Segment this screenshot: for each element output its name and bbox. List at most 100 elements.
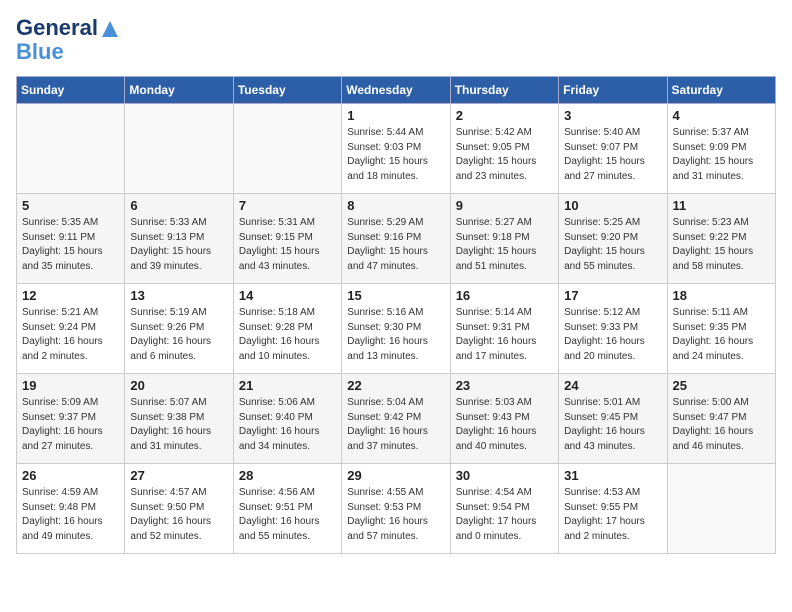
day-number: 21 [239, 378, 336, 393]
day-number: 12 [22, 288, 119, 303]
day-number: 4 [673, 108, 770, 123]
calendar-cell: 16 Sunrise: 5:14 AM Sunset: 9:31 PM Dayli… [450, 284, 558, 374]
calendar-cell: 30Sunrise: 4:54 AM Sunset: 9:54 PM Dayli… [450, 464, 558, 554]
day-info: Sunrise: 5:11 AM Sunset: 9:35 PM Dayligh… [673, 306, 770, 364]
day-number: 25 [673, 378, 770, 393]
calendar-cell: 26 Sunrise: 4:59 AM Sunset: 9:48 PM Dayli… [17, 464, 125, 554]
calendar-cell: 6 Sunrise: 5:33 AM Sunset: 9:13 PM Daylig… [125, 194, 233, 284]
day-info: Sunrise: 5:40 AM Sunset: 9:07 PM Dayligh… [564, 126, 661, 184]
day-info: Sunrise: 5:00 AM Sunset: 9:47 PM Dayligh… [673, 396, 770, 454]
day-number: 1 [347, 108, 444, 123]
logo-text: General Blue [16, 16, 120, 64]
calendar-cell: 7 Sunrise: 5:31 AM Sunset: 9:15 PM Daylig… [233, 194, 341, 284]
day-number: 11 [673, 198, 770, 213]
day-number: 6 [130, 198, 227, 213]
calendar-cell: 17 Sunrise: 5:12 AM Sunset: 9:33 PM Dayli… [559, 284, 667, 374]
calendar-cell: 13Sunrise: 5:19 AM Sunset: 9:26 PM Dayli… [125, 284, 233, 374]
day-info: Sunrise: 5:16 AM Sunset: 9:30 PM Dayligh… [347, 306, 444, 364]
day-info: Sunrise: 5:12 AM Sunset: 9:33 PM Dayligh… [564, 306, 661, 364]
day-number: 20 [130, 378, 227, 393]
weekday-header-wednesday: Wednesday [342, 77, 450, 104]
weekday-header-tuesday: Tuesday [233, 77, 341, 104]
day-info: Sunrise: 4:57 AM Sunset: 9:50 PM Dayligh… [130, 486, 227, 544]
calendar-cell: 3 Sunrise: 5:40 AM Sunset: 9:07 PM Daylig… [559, 104, 667, 194]
day-number: 13 [130, 288, 227, 303]
day-number: 9 [456, 198, 553, 213]
day-info: Sunrise: 5:21 AM Sunset: 9:24 PM Dayligh… [22, 306, 119, 364]
weekday-header-monday: Monday [125, 77, 233, 104]
logo-icon [100, 19, 120, 39]
day-number: 3 [564, 108, 661, 123]
calendar-cell [233, 104, 341, 194]
calendar-cell: 10 Sunrise: 5:25 AM Sunset: 9:20 PM Dayli… [559, 194, 667, 284]
day-info: Sunrise: 5:42 AM Sunset: 9:05 PM Dayligh… [456, 126, 553, 184]
calendar-cell: 2 Sunrise: 5:42 AM Sunset: 9:05 PM Daylig… [450, 104, 558, 194]
day-number: 2 [456, 108, 553, 123]
day-number: 10 [564, 198, 661, 213]
calendar-cell: 22 Sunrise: 5:04 AM Sunset: 9:42 PM Dayli… [342, 374, 450, 464]
day-number: 30 [456, 468, 553, 483]
day-info: Sunrise: 4:55 AM Sunset: 9:53 PM Dayligh… [347, 486, 444, 544]
calendar-cell [17, 104, 125, 194]
day-info: Sunrise: 5:03 AM Sunset: 9:43 PM Dayligh… [456, 396, 553, 454]
day-info: Sunrise: 5:27 AM Sunset: 9:18 PM Dayligh… [456, 216, 553, 274]
day-number: 7 [239, 198, 336, 213]
day-number: 8 [347, 198, 444, 213]
day-info: Sunrise: 5:35 AM Sunset: 9:11 PM Dayligh… [22, 216, 119, 274]
day-number: 23 [456, 378, 553, 393]
calendar-cell: 28 Sunrise: 4:56 AM Sunset: 9:51 PM Dayli… [233, 464, 341, 554]
day-number: 15 [347, 288, 444, 303]
calendar-cell: 14 Sunrise: 5:18 AM Sunset: 9:28 PM Dayli… [233, 284, 341, 374]
day-info: Sunrise: 4:56 AM Sunset: 9:51 PM Dayligh… [239, 486, 336, 544]
day-number: 29 [347, 468, 444, 483]
calendar-cell: 5 Sunrise: 5:35 AM Sunset: 9:11 PM Daylig… [17, 194, 125, 284]
day-number: 17 [564, 288, 661, 303]
calendar-table: SundayMondayTuesdayWednesdayThursdayFrid… [16, 76, 776, 554]
day-info: Sunrise: 5:14 AM Sunset: 9:31 PM Dayligh… [456, 306, 553, 364]
weekday-header-thursday: Thursday [450, 77, 558, 104]
calendar-cell: 23 Sunrise: 5:03 AM Sunset: 9:43 PM Dayli… [450, 374, 558, 464]
day-number: 28 [239, 468, 336, 483]
calendar-cell: 8 Sunrise: 5:29 AM Sunset: 9:16 PM Daylig… [342, 194, 450, 284]
calendar-cell: 25 Sunrise: 5:00 AM Sunset: 9:47 PM Dayli… [667, 374, 775, 464]
day-info: Sunrise: 5:18 AM Sunset: 9:28 PM Dayligh… [239, 306, 336, 364]
calendar-cell: 12 Sunrise: 5:21 AM Sunset: 9:24 PM Dayli… [17, 284, 125, 374]
calendar-cell: 31 Sunrise: 4:53 AM Sunset: 9:55 PM Dayli… [559, 464, 667, 554]
calendar-cell: 1Sunrise: 5:44 AM Sunset: 9:03 PM Daylig… [342, 104, 450, 194]
day-info: Sunrise: 5:33 AM Sunset: 9:13 PM Dayligh… [130, 216, 227, 274]
calendar-cell: 11Sunrise: 5:23 AM Sunset: 9:22 PM Dayli… [667, 194, 775, 284]
calendar-cell: 24Sunrise: 5:01 AM Sunset: 9:45 PM Dayli… [559, 374, 667, 464]
day-number: 16 [456, 288, 553, 303]
calendar-cell: 9 Sunrise: 5:27 AM Sunset: 9:18 PM Daylig… [450, 194, 558, 284]
day-info: Sunrise: 5:04 AM Sunset: 9:42 PM Dayligh… [347, 396, 444, 454]
day-info: Sunrise: 5:31 AM Sunset: 9:15 PM Dayligh… [239, 216, 336, 274]
weekday-header-saturday: Saturday [667, 77, 775, 104]
day-number: 22 [347, 378, 444, 393]
day-number: 5 [22, 198, 119, 213]
day-info: Sunrise: 5:07 AM Sunset: 9:38 PM Dayligh… [130, 396, 227, 454]
calendar-cell: 20 Sunrise: 5:07 AM Sunset: 9:38 PM Dayli… [125, 374, 233, 464]
day-number: 14 [239, 288, 336, 303]
day-number: 31 [564, 468, 661, 483]
weekday-header-friday: Friday [559, 77, 667, 104]
page-header: General Blue [16, 16, 776, 64]
day-number: 26 [22, 468, 119, 483]
logo-blue: Blue [16, 39, 64, 64]
day-info: Sunrise: 5:25 AM Sunset: 9:20 PM Dayligh… [564, 216, 661, 274]
day-info: Sunrise: 5:09 AM Sunset: 9:37 PM Dayligh… [22, 396, 119, 454]
calendar-cell [125, 104, 233, 194]
day-info: Sunrise: 4:59 AM Sunset: 9:48 PM Dayligh… [22, 486, 119, 544]
day-number: 18 [673, 288, 770, 303]
calendar-cell: 15 Sunrise: 5:16 AM Sunset: 9:30 PM Dayli… [342, 284, 450, 374]
day-info: Sunrise: 5:01 AM Sunset: 9:45 PM Dayligh… [564, 396, 661, 454]
calendar-cell: 27 Sunrise: 4:57 AM Sunset: 9:50 PM Dayli… [125, 464, 233, 554]
day-number: 27 [130, 468, 227, 483]
calendar-cell: 19 Sunrise: 5:09 AM Sunset: 9:37 PM Dayli… [17, 374, 125, 464]
calendar-cell: 4 Sunrise: 5:37 AM Sunset: 9:09 PM Daylig… [667, 104, 775, 194]
day-number: 19 [22, 378, 119, 393]
calendar-cell: 29 Sunrise: 4:55 AM Sunset: 9:53 PM Dayli… [342, 464, 450, 554]
day-info: Sunrise: 5:06 AM Sunset: 9:40 PM Dayligh… [239, 396, 336, 454]
day-info: Sunrise: 4:53 AM Sunset: 9:55 PM Dayligh… [564, 486, 661, 544]
day-info: Sunrise: 5:29 AM Sunset: 9:16 PM Dayligh… [347, 216, 444, 274]
day-info: Sunrise: 5:37 AM Sunset: 9:09 PM Dayligh… [673, 126, 770, 184]
